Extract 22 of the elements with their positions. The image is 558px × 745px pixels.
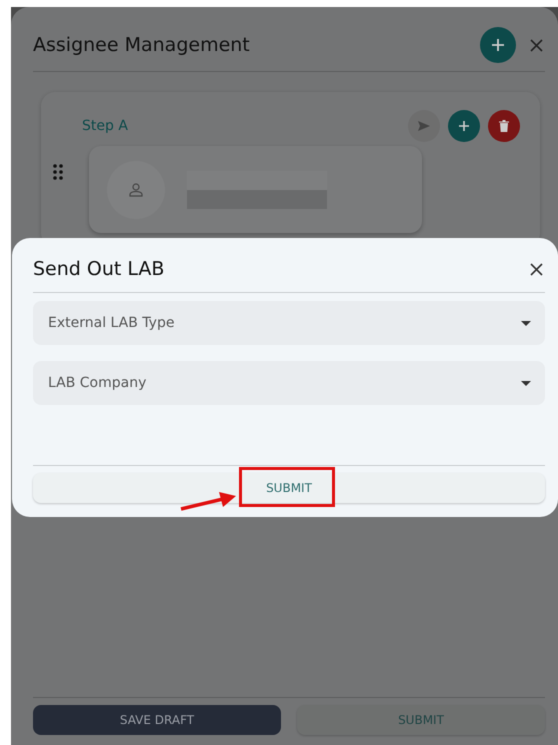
save-draft-button[interactable]: SAVE DRAFT bbox=[33, 705, 281, 735]
step-label: Step A bbox=[82, 118, 129, 134]
select-field[interactable]: LAB Company bbox=[33, 361, 545, 405]
close-icon bbox=[530, 262, 543, 276]
close-button[interactable] bbox=[528, 260, 545, 278]
delete-button[interactable] bbox=[488, 110, 520, 142]
add-button[interactable] bbox=[448, 110, 480, 142]
plus-icon bbox=[491, 38, 505, 52]
close-icon bbox=[530, 38, 543, 52]
trash-icon bbox=[499, 120, 509, 132]
drag-handle-icon[interactable] bbox=[53, 164, 63, 180]
send-icon bbox=[417, 120, 431, 132]
panel-title: Assignee Management bbox=[33, 34, 251, 56]
dialog-title: Send Out LAB bbox=[33, 258, 164, 280]
pointer-arrow bbox=[179, 490, 237, 512]
person-icon bbox=[129, 182, 143, 196]
caret-icon bbox=[521, 320, 531, 326]
add-button[interactable] bbox=[480, 27, 516, 63]
caret-icon bbox=[521, 380, 531, 386]
submit-button[interactable]: SUBMIT bbox=[33, 473, 545, 503]
select-field[interactable]: External LAB Type bbox=[33, 301, 545, 345]
plus-icon bbox=[459, 121, 469, 131]
